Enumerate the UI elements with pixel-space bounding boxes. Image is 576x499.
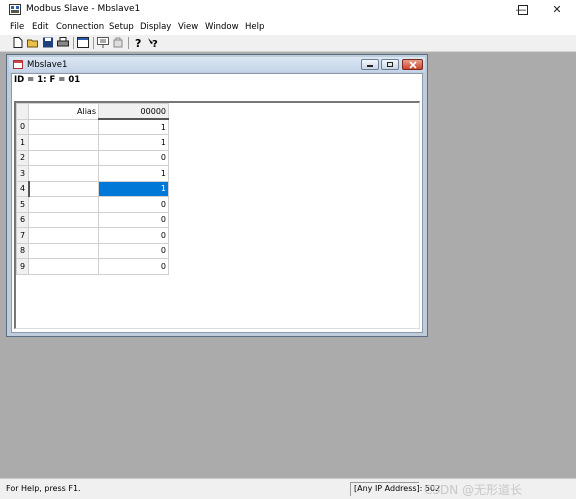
alias-cell[interactable]: [28, 165, 99, 182]
alias-cell[interactable]: [28, 118, 99, 135]
menu-file[interactable]: File: [10, 22, 24, 32]
help-icon[interactable]: ?: [133, 37, 145, 48]
row-index[interactable]: 4: [16, 180, 30, 197]
child-window-icon: [13, 60, 23, 69]
new-icon[interactable]: [12, 37, 24, 48]
child-client-area: ID = 1: F = 01 Alias 00000 0111203141506…: [11, 73, 423, 333]
alias-cell[interactable]: [28, 149, 99, 166]
svg-text:?: ?: [135, 37, 141, 48]
window-title: Modbus Slave - Mbslave1: [26, 4, 141, 14]
row-index[interactable]: 2: [16, 149, 29, 166]
table-row[interactable]: 70: [16, 227, 169, 244]
value-cell[interactable]: 1: [98, 118, 169, 135]
value-cell[interactable]: 1: [98, 134, 169, 151]
child-title: Mbslave1: [27, 60, 68, 70]
open-icon[interactable]: [27, 37, 39, 48]
id-function-label: ID = 1: F = 01: [14, 75, 81, 85]
read-icon[interactable]: [97, 37, 109, 48]
value-cell[interactable]: 0: [98, 196, 169, 213]
value-cell[interactable]: 0: [98, 242, 169, 259]
row-index[interactable]: 7: [16, 227, 29, 244]
maximize-button[interactable]: [506, 0, 540, 20]
table-row[interactable]: 20: [16, 149, 169, 166]
table-row[interactable]: 11: [16, 134, 169, 151]
table-row[interactable]: 80: [16, 242, 169, 259]
value-cell[interactable]: 0: [98, 149, 169, 166]
menu-view[interactable]: View: [178, 22, 198, 32]
context-help-icon[interactable]: ?: [147, 37, 159, 48]
alias-cell[interactable]: [28, 196, 99, 213]
value-cell[interactable]: 0: [98, 227, 169, 244]
menu-display[interactable]: Display: [140, 22, 171, 32]
child-minimize-button[interactable]: [361, 59, 379, 70]
close-button[interactable]: ✕: [540, 0, 574, 20]
child-restore-button[interactable]: [381, 59, 399, 70]
status-bar: For Help, press F1. [Any IP Address]: 50…: [0, 478, 576, 499]
menu-edit[interactable]: Edit: [32, 22, 48, 32]
row-index[interactable]: 5: [16, 196, 29, 213]
table-row[interactable]: 01: [16, 118, 169, 135]
menu-window[interactable]: Window: [205, 22, 239, 32]
row-index[interactable]: 8: [16, 242, 29, 259]
register-grid-panel: Alias 00000 01112031415060708090: [14, 101, 420, 329]
value-cell[interactable]: 0: [98, 211, 169, 228]
alias-cell[interactable]: [28, 134, 99, 151]
row-index[interactable]: 3: [16, 165, 29, 182]
row-index[interactable]: 0: [16, 118, 29, 135]
toolbar-separator: [73, 37, 74, 49]
toolbar: ? ?: [0, 35, 576, 52]
help-hint: For Help, press F1.: [6, 484, 81, 493]
write-icon[interactable]: [112, 37, 124, 48]
alias-cell[interactable]: [28, 211, 99, 228]
alias-cell[interactable]: [28, 242, 99, 259]
window-icon[interactable]: [77, 37, 89, 48]
app-icon: [9, 4, 21, 15]
menu-connection[interactable]: Connection: [56, 22, 104, 32]
table-row[interactable]: 90: [16, 258, 169, 275]
alias-cell[interactable]: [28, 258, 99, 275]
menu-help[interactable]: Help: [245, 22, 264, 32]
menu-bar: File Edit Connection Setup Display View …: [0, 20, 576, 35]
menu-setup[interactable]: Setup: [109, 22, 134, 32]
table-row[interactable]: 41: [16, 180, 169, 197]
row-index[interactable]: 9: [16, 258, 29, 275]
address-column-header[interactable]: 00000: [98, 103, 169, 120]
value-cell[interactable]: 0: [98, 258, 169, 275]
table-row[interactable]: 31: [16, 165, 169, 182]
alias-cell[interactable]: [28, 180, 99, 197]
alias-column-header[interactable]: Alias: [28, 103, 99, 120]
mbslave-child-window[interactable]: Mbslave1 ID = 1: F = 01 Alias 00000 0 1 …: [6, 54, 428, 337]
save-icon[interactable]: [42, 37, 54, 48]
toolbar-separator: [128, 37, 129, 49]
table-row[interactable]: 60: [16, 211, 169, 228]
child-title-bar[interactable]: Mbslave1: [9, 57, 425, 72]
grid-corner: [16, 103, 29, 120]
value-cell[interactable]: 1: [98, 180, 169, 197]
watermark: CSDN @无形道长: [424, 483, 523, 497]
child-close-button[interactable]: [402, 59, 423, 70]
register-grid: Alias 00000 01112031415060708090: [16, 103, 169, 275]
print-icon[interactable]: [57, 37, 69, 48]
alias-cell[interactable]: [28, 227, 99, 244]
row-index[interactable]: 6: [16, 211, 29, 228]
row-index[interactable]: 1: [16, 134, 29, 151]
table-row[interactable]: 50: [16, 196, 169, 213]
title-bar: Modbus Slave - Mbslave1 — ✕: [0, 0, 576, 20]
svg-text:?: ?: [152, 39, 158, 48]
value-cell[interactable]: 1: [98, 165, 169, 182]
toolbar-separator: [93, 37, 94, 49]
